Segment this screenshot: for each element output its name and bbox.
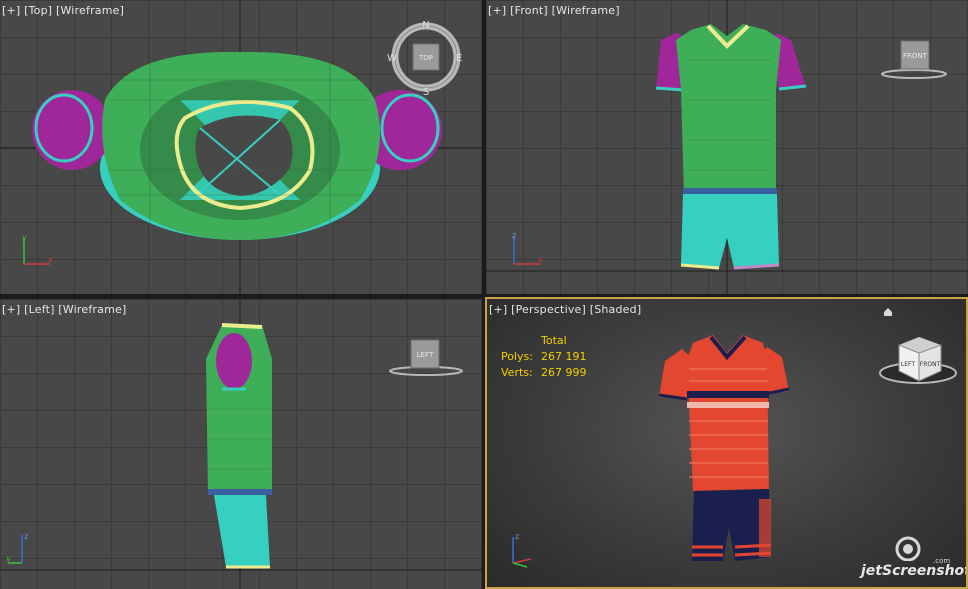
- stats-overlay: Total Polys: 267 191 Verts: 267 999: [501, 333, 587, 381]
- view-name-label[interactable]: [Left]: [24, 303, 54, 316]
- front-viewcube[interactable]: FRONT: [879, 38, 949, 82]
- shading-mode-label[interactable]: [Wireframe]: [552, 4, 620, 17]
- viewport-menu-button[interactable]: [+]: [2, 303, 20, 316]
- shading-mode-label[interactable]: [Shaded]: [590, 303, 642, 316]
- polys-value: 267 191: [541, 350, 587, 363]
- viewcube-top-face-text: TOP: [418, 54, 433, 62]
- compass-n-text: N: [422, 20, 429, 31]
- camera-icon: [895, 536, 921, 561]
- axis-z-text: z: [515, 532, 519, 541]
- viewport-perspective[interactable]: [+] [Perspective] [Shaded] Total Polys: …: [485, 297, 968, 589]
- left-viewcube[interactable]: LEFT: [386, 337, 466, 381]
- view-name-label[interactable]: [Perspective]: [511, 303, 586, 316]
- compass-s-text: S: [423, 87, 429, 97]
- viewport-menu-button[interactable]: [+]: [488, 4, 506, 17]
- viewport-label-perspective: [+] [Perspective] [Shaded]: [489, 303, 641, 316]
- viewport-menu-button[interactable]: [+]: [489, 303, 507, 316]
- axis-x-text: x: [538, 255, 543, 264]
- viewcube-home-icon[interactable]: [883, 307, 893, 317]
- compass-e-text: E: [456, 53, 462, 64]
- axis-tripod-front: z x: [512, 231, 543, 265]
- stats-header: Total: [541, 334, 567, 347]
- axis-tripod-top: y x: [22, 233, 53, 265]
- viewcube-front-persp-text: FRONT: [920, 361, 941, 368]
- polys-label: Polys:: [501, 350, 533, 363]
- watermark: .com jetScreenshot: [855, 535, 968, 585]
- viewport-top[interactable]: [+] [Top] [Wireframe] TOP N S W E y x: [0, 0, 482, 294]
- perspective-viewcube[interactable]: LEFT FRONT: [875, 331, 965, 393]
- axis-tripod-perspective: z: [512, 532, 532, 568]
- viewcube-left-persp-text: LEFT: [901, 361, 915, 368]
- shading-mode-label[interactable]: [Wireframe]: [56, 4, 124, 17]
- viewport-label-left: [+] [Left] [Wireframe]: [2, 303, 126, 316]
- top-viewcube-compass[interactable]: TOP N S W E: [386, 17, 466, 97]
- verts-value: 267 999: [541, 366, 587, 379]
- viewcube-front-face-text: FRONT: [903, 52, 928, 60]
- viewport-menu-button[interactable]: [+]: [2, 4, 20, 17]
- axis-z-text: z: [512, 231, 516, 240]
- view-name-label[interactable]: [Top]: [24, 4, 52, 17]
- compass-w-text: W: [387, 53, 397, 64]
- axis-x-text: x: [48, 255, 53, 264]
- viewport-front[interactable]: [+] [Front] [Wireframe] FRONT z x: [486, 0, 968, 294]
- view-name-label[interactable]: [Front]: [510, 4, 548, 17]
- viewcube-left-face-text: LEFT: [417, 351, 434, 359]
- axis-z-text: z: [24, 532, 28, 541]
- axis-y-text: y: [6, 554, 11, 563]
- shading-mode-label[interactable]: [Wireframe]: [58, 303, 126, 316]
- viewport-label-top: [+] [Top] [Wireframe]: [2, 4, 124, 17]
- axis-tripod-left: z y: [6, 532, 28, 564]
- viewport-left[interactable]: [+] [Left] [Wireframe] LEFT z y: [0, 299, 482, 589]
- viewport-label-front: [+] [Front] [Wireframe]: [488, 4, 620, 17]
- verts-label: Verts:: [501, 366, 533, 379]
- watermark-text: jetScreenshot: [861, 563, 968, 579]
- axis-y-text: y: [22, 233, 27, 242]
